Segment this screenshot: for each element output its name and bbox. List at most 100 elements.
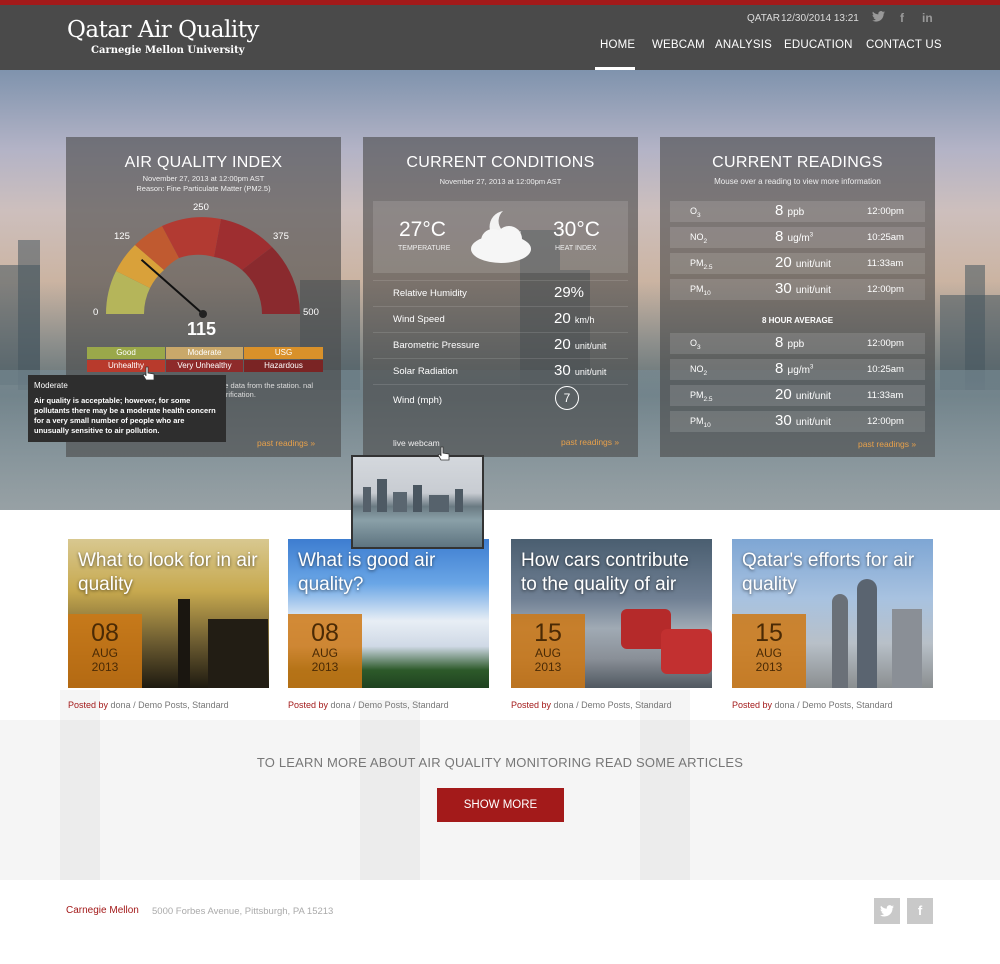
aqi-past-readings-link[interactable]: past readings » bbox=[257, 438, 315, 448]
article-date-badge: 15 AUG 2013 bbox=[511, 614, 585, 688]
tooltip-title: Moderate bbox=[34, 381, 68, 390]
readings-title: CURRENT READINGS bbox=[712, 154, 883, 171]
article-date-badge: 08 AUG 2013 bbox=[68, 614, 142, 688]
weather-summary: 27°C TEMPERATURE 30°C HEAT INDEX bbox=[373, 201, 628, 273]
pollutant-name: NO2 bbox=[690, 232, 708, 245]
average-reading-row[interactable]: NO2 8 μg/m3 10:25am bbox=[670, 359, 925, 380]
readings-subtitle: Mouse over a reading to view more inform… bbox=[714, 177, 881, 186]
reading-time: 11:33am bbox=[867, 390, 904, 401]
condition-row-humidity[interactable]: Relative Humidity 29% bbox=[373, 280, 628, 304]
article-title[interactable]: What is good air quality? bbox=[298, 549, 483, 597]
legend-usg[interactable]: USG bbox=[244, 347, 323, 359]
gauge-tick-375: 375 bbox=[273, 231, 289, 242]
condition-value: 29% bbox=[554, 284, 585, 301]
conditions-panel: CURRENT CONDITIONS November 27, 2013 at … bbox=[363, 137, 638, 457]
pollutant-value: 30 unit/unit bbox=[775, 280, 831, 297]
nav-home[interactable]: HOME bbox=[600, 39, 635, 51]
article-date-badge: 15 AUG 2013 bbox=[732, 614, 806, 688]
pollutant-value: 8 ppb bbox=[775, 202, 805, 219]
current-reading-row[interactable]: O3 8 ppb 12:00pm bbox=[670, 201, 925, 222]
article-title[interactable]: Qatar's efforts for air quality bbox=[742, 549, 927, 597]
legend-hazardous[interactable]: Hazardous bbox=[244, 360, 323, 372]
condition-row-wind-speed[interactable]: Wind Speed 20 km/h bbox=[373, 306, 628, 330]
condition-row-solar[interactable]: Solar Radiation 30 unit/unit bbox=[373, 358, 628, 382]
nav-webcam[interactable]: WEBCAM bbox=[652, 39, 705, 51]
heat-index-label: HEAT INDEX bbox=[555, 245, 597, 252]
article-card-1[interactable]: What to look for in air quality 08 AUG 201… bbox=[68, 539, 269, 688]
nav-contact-us[interactable]: CONTACT US bbox=[866, 39, 942, 51]
aqi-tooltip: Moderate Air quality is acceptable; howe… bbox=[28, 375, 226, 442]
average-reading-row[interactable]: PM10 30 unit/unit 12:00pm bbox=[670, 411, 925, 432]
linkedin-icon[interactable]: in bbox=[922, 11, 933, 25]
aqi-reason: Reason: Fine Particulate Matter (PM2.5) bbox=[136, 184, 271, 193]
readings-panel: CURRENT READINGS Mouse over a reading to… bbox=[660, 137, 935, 457]
facebook-icon[interactable]: f bbox=[907, 898, 933, 924]
current-reading-row[interactable]: PM2.5 20 unit/unit 11:33am bbox=[670, 253, 925, 274]
current-reading-row[interactable]: NO2 8 ug/m3 10:25am bbox=[670, 227, 925, 248]
condition-row-pressure[interactable]: Barometric Pressure 20 unit/unit bbox=[373, 332, 628, 356]
average-reading-row[interactable]: O3 8 ppb 12:00pm bbox=[670, 333, 925, 354]
legend-good[interactable]: Good bbox=[87, 347, 165, 359]
gauge-tick-250: 250 bbox=[193, 202, 209, 213]
aqi-value: 115 bbox=[187, 319, 217, 339]
reading-time: 12:00pm bbox=[867, 338, 904, 349]
condition-name: Wind (mph) bbox=[393, 395, 443, 406]
tooltip-body: Air quality is acceptable; however, for … bbox=[34, 396, 216, 435]
aqi-date: November 27, 2013 at 12:00pm AST bbox=[142, 174, 265, 183]
pollutant-name: PM2.5 bbox=[690, 258, 713, 271]
article-meta-2: Posted by dona / Demo Posts, Standard bbox=[288, 700, 449, 710]
nav-education[interactable]: EDUCATION bbox=[784, 39, 853, 51]
condition-name: Barometric Pressure bbox=[393, 340, 480, 351]
conditions-past-readings-link[interactable]: past readings » bbox=[561, 437, 619, 447]
hand-cursor-icon bbox=[142, 366, 155, 381]
gauge-tick-0: 0 bbox=[93, 307, 99, 318]
aqi-needle bbox=[140, 259, 207, 318]
article-card-4[interactable]: Qatar's efforts for air quality 15 AUG 201… bbox=[732, 539, 933, 688]
article-title[interactable]: How cars contribute to the quality of ai… bbox=[521, 549, 706, 597]
pollutant-name: PM10 bbox=[690, 416, 711, 429]
country-label: QATAR bbox=[747, 13, 780, 24]
heat-index-value: 30°C bbox=[553, 218, 600, 241]
condition-value: 20 unit/unit bbox=[554, 336, 607, 353]
facebook-icon[interactable]: f bbox=[900, 11, 904, 25]
aqi-background-note: me data from the station. nal verificati… bbox=[218, 381, 314, 399]
aqi-title: AIR QUALITY INDEX bbox=[124, 154, 283, 171]
webcam-preview[interactable] bbox=[351, 455, 484, 549]
twitter-icon[interactable] bbox=[872, 11, 885, 25]
legend-moderate[interactable]: Moderate bbox=[166, 347, 243, 359]
temperature-label: TEMPERATURE bbox=[398, 245, 451, 252]
readings-past-readings-link[interactable]: past readings » bbox=[858, 439, 916, 449]
pollutant-value: 8 ug/m3 bbox=[775, 228, 814, 245]
article-card-3[interactable]: How cars contribute to the quality of ai… bbox=[511, 539, 712, 688]
twitter-icon[interactable] bbox=[874, 898, 900, 924]
header-datetime: 12/30/2014 13:21 bbox=[781, 13, 859, 24]
conditions-title: CURRENT CONDITIONS bbox=[406, 154, 595, 171]
show-more-button[interactable]: SHOW MORE bbox=[437, 788, 564, 822]
site-header: Qatar Air Quality Carnegie Mellon Univer… bbox=[0, 5, 1000, 70]
conditions-date: November 27, 2013 at 12:00pm AST bbox=[439, 177, 562, 186]
gauge-tick-125: 125 bbox=[114, 231, 130, 242]
article-card-2[interactable]: What is good air quality? 08 AUG 2013 bbox=[288, 539, 489, 688]
reading-time: 12:00pm bbox=[867, 284, 904, 295]
gauge-tick-500: 500 bbox=[303, 307, 319, 318]
site-logo-subtitle: Carnegie Mellon University bbox=[91, 45, 245, 56]
pollutant-name: O3 bbox=[690, 338, 701, 351]
pollutant-name: PM2.5 bbox=[690, 390, 713, 403]
condition-value: 30 unit/unit bbox=[554, 362, 607, 379]
pollutant-value: 8 ppb bbox=[775, 334, 805, 351]
nav-analysis[interactable]: ANALYSIS bbox=[715, 39, 772, 51]
condition-row-wind-direction[interactable]: Wind (mph) 7 bbox=[373, 384, 628, 414]
hero-background: AIR QUALITY INDEX November 27, 2013 at 1… bbox=[0, 70, 1000, 510]
article-title[interactable]: What to look for in air quality bbox=[78, 549, 263, 597]
reading-time: 10:25am bbox=[867, 364, 904, 375]
pollutant-name: O3 bbox=[690, 206, 701, 219]
live-webcam-link[interactable]: live webcam bbox=[393, 438, 440, 448]
average-reading-row[interactable]: PM2.5 20 unit/unit 11:33am bbox=[670, 385, 925, 406]
article-meta-4: Posted by dona / Demo Posts, Standard bbox=[732, 700, 893, 710]
wind-compass: 7 bbox=[555, 386, 579, 410]
legend-very-unhealthy[interactable]: Very Unhealthy bbox=[166, 360, 243, 372]
current-reading-row[interactable]: PM10 30 unit/unit 12:00pm bbox=[670, 279, 925, 300]
footer-org-link[interactable]: Carnegie Mellon bbox=[66, 905, 139, 916]
pollutant-name: PM10 bbox=[690, 284, 711, 297]
site-logo-title[interactable]: Qatar Air Quality bbox=[67, 17, 259, 43]
